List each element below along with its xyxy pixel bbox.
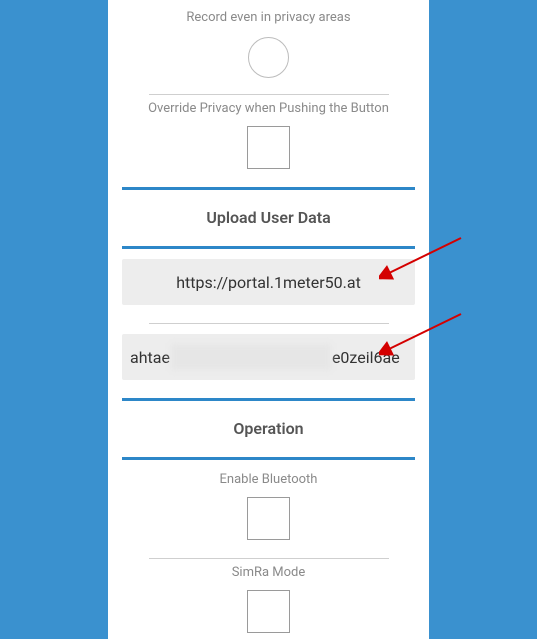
bluetooth-label: Enable Bluetooth [108,460,429,487]
upload-key-redacted [171,344,331,370]
divider [149,323,389,324]
override-privacy-toggle[interactable] [247,126,290,169]
upload-url-input[interactable]: https://portal.1meter50.at [122,259,415,305]
bluetooth-toggle[interactable] [247,497,290,540]
upload-key-input[interactable]: ahtae e0zeil6ae [122,334,415,380]
upload-section-bottom-divider [108,246,429,249]
operation-section-heading: Operation [108,401,429,453]
upload-url-value: https://portal.1meter50.at [176,273,361,292]
record-privacy-toggle[interactable] [248,37,289,78]
simra-toggle[interactable] [247,590,290,633]
upload-key-suffix: e0zeil6ae [332,348,400,367]
settings-panel: Record even in privacy areas Override Pr… [108,0,429,639]
simra-label: SimRa Mode [108,559,429,580]
override-privacy-label: Override Privacy when Pushing the Button [108,95,429,116]
upload-section-heading: Upload User Data [108,190,429,242]
record-privacy-label: Record even in privacy areas [108,4,429,25]
upload-key-prefix: ahtae [130,348,170,367]
